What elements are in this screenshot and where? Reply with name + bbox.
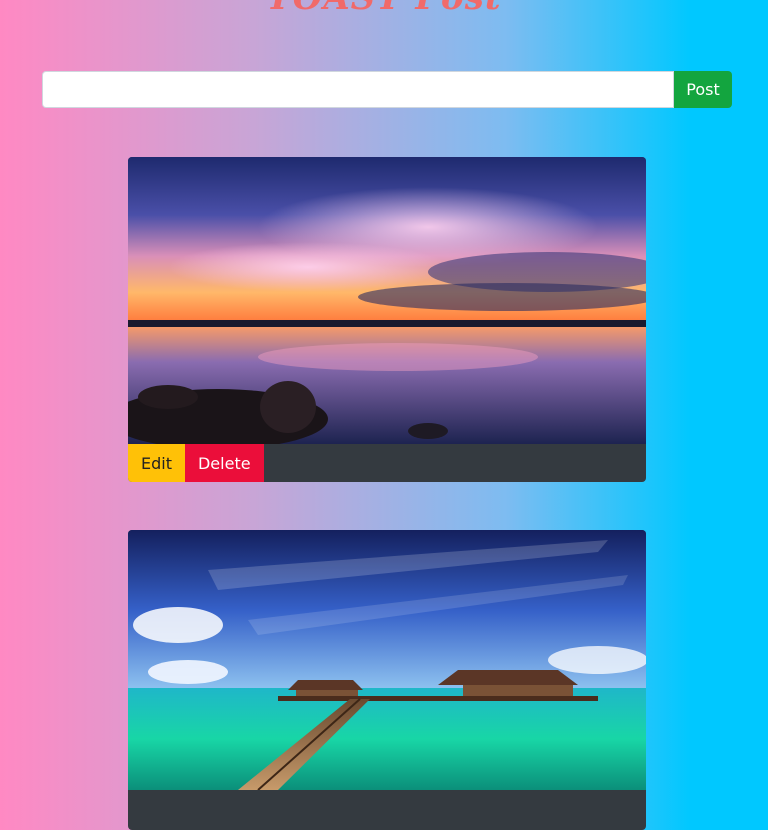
sunset-lake-photo (128, 157, 646, 444)
post-card: Edit Delete (128, 157, 646, 482)
post-card (128, 530, 646, 830)
post-button[interactable]: Post (674, 71, 732, 108)
post-input[interactable] (42, 71, 674, 108)
post-actions: Edit Delete (128, 444, 646, 482)
delete-button[interactable]: Delete (184, 444, 264, 482)
tropical-pier-photo (128, 530, 646, 790)
app-title: TOAST Post (0, 0, 768, 18)
post-form: Post (42, 71, 732, 108)
edit-button[interactable]: Edit (128, 444, 185, 482)
